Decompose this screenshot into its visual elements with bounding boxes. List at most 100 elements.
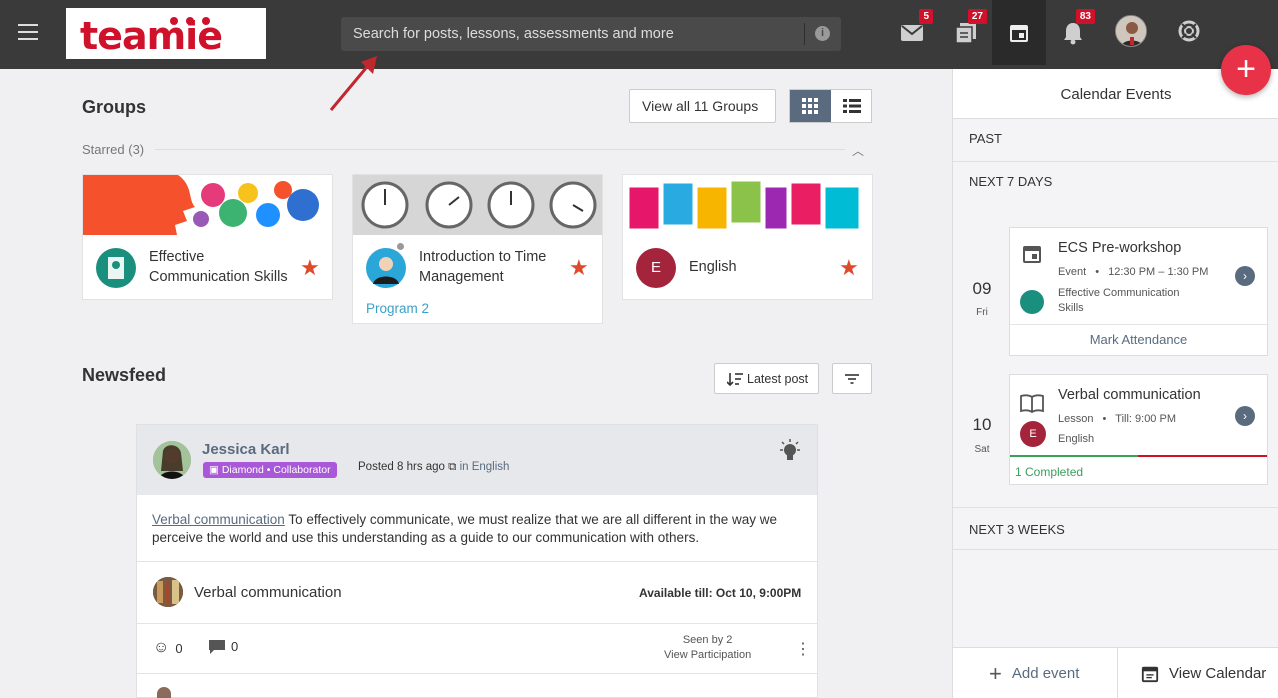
section-next-7-days[interactable]: NEXT 7 DAYS — [953, 162, 1278, 205]
status-dot — [395, 241, 406, 252]
calendar-event-card[interactable]: Verbal communication Lesson • Till: 9:00… — [1009, 374, 1268, 485]
view-calendar-button[interactable]: View Calendar — [1141, 648, 1266, 698]
group-card[interactable]: Effective Communication Skills ★ — [82, 174, 333, 300]
search-input[interactable]: Search for posts, lessons, assessments a… — [353, 26, 674, 42]
grid-view-button[interactable] — [790, 90, 831, 122]
event-group: English — [1058, 433, 1095, 445]
divider — [1117, 648, 1118, 698]
event-title[interactable]: Verbal communication — [1058, 387, 1201, 403]
group-cover-image — [623, 175, 872, 235]
chevron-right-icon[interactable]: › — [1235, 406, 1255, 426]
attachment-title[interactable]: Verbal communication — [194, 584, 342, 601]
divider — [155, 149, 845, 150]
chevron-right-icon[interactable]: › — [1235, 266, 1255, 286]
gradebook-button[interactable]: 27 — [951, 9, 987, 53]
chevron-up-icon[interactable]: ︿ — [852, 142, 864, 159]
event-group-avatar — [1020, 290, 1044, 314]
calendar-panel-title: Calendar Events — [1060, 86, 1172, 103]
author-name[interactable]: Jessica Karl — [202, 441, 290, 458]
sort-latest-post-button[interactable]: Latest post — [714, 363, 819, 394]
role-text: Diamond • Collaborator — [221, 464, 331, 476]
add-event-button[interactable]: + Add event — [989, 648, 1079, 698]
external-link-icon[interactable]: ⧉ — [448, 461, 459, 473]
post-header: Jessica Karl ▣ Diamond • Collaborator Po… — [137, 425, 817, 495]
list-view-button[interactable] — [831, 90, 871, 122]
seen-by[interactable]: Seen by 2 View Participation — [664, 633, 751, 663]
event-meta: Lesson • Till: 9:00 PM — [1058, 413, 1176, 425]
help-lifebuoy-icon[interactable] — [1178, 20, 1200, 42]
event-group-avatar: E — [1020, 421, 1046, 447]
calendar-event-card[interactable]: ECS Pre-workshop Event • 12:30 PM – 1:30… — [1009, 227, 1268, 356]
group-card[interactable]: E English ★ — [622, 174, 873, 300]
program-link[interactable]: Program 2 — [366, 301, 429, 316]
group-card[interactable]: Introduction to Time Management ★ Progra… — [352, 174, 603, 324]
view-participation-link[interactable]: View Participation — [664, 648, 751, 663]
group-title[interactable]: Effective Communication Skills — [149, 247, 288, 287]
sort-icon — [727, 373, 743, 386]
newsfeed-title: Newsfeed — [82, 365, 167, 385]
search-bar[interactable]: Search for posts, lessons, assessments a… — [341, 17, 841, 51]
view-all-groups-button[interactable]: View all 11 Groups — [629, 89, 776, 123]
section-past[interactable]: PAST — [953, 119, 1278, 162]
logo[interactable]: teamie — [66, 8, 266, 59]
author-avatar[interactable] — [153, 441, 191, 479]
envelope-icon — [901, 25, 923, 41]
messages-button[interactable]: 5 — [897, 9, 933, 53]
group-title-line: Introduction to Time — [419, 249, 547, 265]
menu-icon[interactable] — [18, 24, 38, 40]
event-day-number: 09 — [972, 279, 992, 298]
author-role-badge: ▣ Diamond • Collaborator — [203, 462, 337, 478]
event-day-name: Fri — [976, 307, 988, 318]
event-group-line: Effective Communication — [1058, 287, 1180, 299]
view-toggle — [789, 89, 872, 123]
more-options-icon[interactable]: ⋮ — [795, 639, 811, 659]
logo-text: teamie — [80, 14, 223, 58]
group-title-line: Management — [419, 269, 504, 285]
comment-count: 0 — [231, 639, 239, 654]
group-avatar — [96, 248, 136, 288]
event-meta: Event • 12:30 PM – 1:30 PM — [1058, 266, 1209, 278]
calendar-button[interactable] — [992, 0, 1046, 65]
lightbulb-icon[interactable] — [779, 439, 801, 463]
add-event-label: Add event — [1011, 665, 1080, 682]
info-icon[interactable]: i — [815, 26, 830, 41]
section-next-3-weeks[interactable]: NEXT 3 WEEKS — [953, 507, 1278, 550]
event-day-number: 10 — [972, 415, 992, 434]
posted-time[interactable]: Posted 8 hrs ago — [358, 461, 445, 473]
group-cover-image — [353, 175, 602, 235]
calendar-icon — [1141, 666, 1159, 682]
in-label: in — [459, 461, 469, 473]
lesson-link[interactable]: Verbal communication — [152, 512, 285, 527]
seen-by-count: Seen by 2 — [682, 634, 733, 646]
filter-button[interactable] — [832, 363, 872, 394]
create-plus-button[interactable]: + — [1221, 45, 1271, 95]
comment-button[interactable]: 0 — [209, 639, 238, 654]
notifications-button[interactable]: 83 — [1059, 9, 1095, 53]
search-divider — [804, 23, 805, 45]
plus-icon: + — [989, 660, 1002, 686]
event-time: 12:30 PM – 1:30 PM — [1108, 266, 1209, 278]
star-icon[interactable]: ★ — [569, 255, 589, 281]
event-time: Till: 9:00 PM — [1115, 413, 1176, 425]
user-avatar[interactable] — [1115, 15, 1147, 47]
bell-icon — [1064, 23, 1082, 45]
event-title[interactable]: ECS Pre-workshop — [1058, 240, 1181, 256]
divider — [137, 561, 817, 562]
list-icon — [843, 99, 861, 113]
star-icon[interactable]: ★ — [839, 255, 859, 281]
reaction-button[interactable]: ☺ 0 — [153, 639, 183, 657]
completed-count[interactable]: 1 Completed — [1015, 465, 1083, 479]
post-footer: ☺ 0 0 Seen by 2 View Participation ⋮ — [137, 623, 817, 673]
group-title[interactable]: English — [689, 257, 737, 277]
post-meta: Posted 8 hrs ago ⧉ in English — [358, 461, 509, 474]
group-title[interactable]: Introduction to Time Management — [419, 247, 546, 287]
divider — [137, 673, 817, 674]
post-body: Verbal communication To effectively comm… — [152, 511, 802, 547]
star-icon[interactable]: ★ — [300, 255, 320, 281]
calendar-footer: + Add event View Calendar — [953, 647, 1278, 698]
messages-badge: 5 — [919, 9, 933, 24]
notifications-badge: 83 — [1075, 9, 1095, 24]
post-group-link[interactable]: English — [472, 461, 510, 473]
mark-attendance-button[interactable]: Mark Attendance — [1010, 332, 1267, 347]
gradebook-badge: 27 — [967, 9, 987, 24]
